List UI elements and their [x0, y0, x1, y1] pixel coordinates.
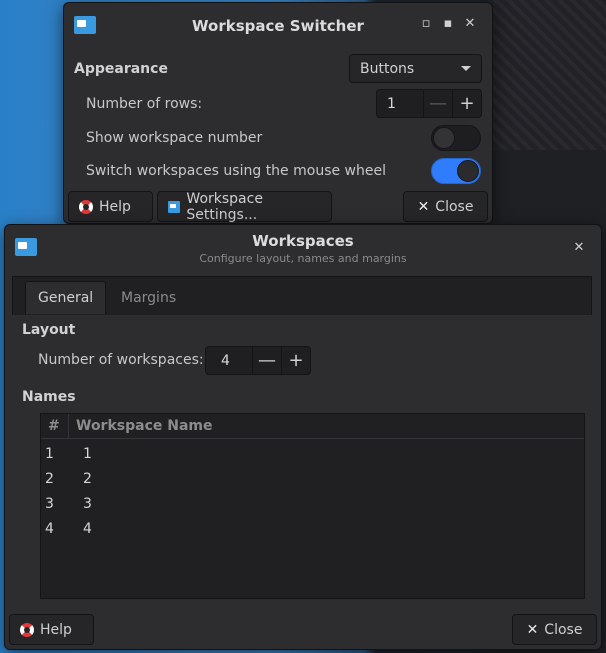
workspace-count-spinner[interactable]: 4 — + — [205, 346, 311, 375]
minimize-icon[interactable]: ▫ — [418, 16, 434, 31]
settings-label: Workspace Settings... — [186, 190, 263, 223]
wallpaper-pattern — [490, 0, 606, 150]
increment-button[interactable]: + — [281, 347, 310, 374]
help-button[interactable]: Help — [9, 614, 94, 645]
workspace-count-label: Number of workspaces: — [38, 352, 204, 368]
close-icon[interactable]: ✕ — [462, 16, 478, 31]
workspaces-titlebar[interactable]: Workspaces Configure layout, names and m… — [5, 225, 601, 275]
row-name[interactable]: 2 — [83, 471, 92, 487]
appearance-label: Appearance — [74, 61, 168, 77]
toggle-knob — [433, 127, 455, 149]
close-button[interactable]: ✕ Close — [403, 191, 488, 222]
row-name[interactable]: 4 — [83, 521, 92, 537]
workspaces-subtitle: Configure layout, names and margins — [199, 252, 407, 265]
rows-label: Number of rows: — [86, 96, 203, 112]
workspace-names-table[interactable]: # Workspace Name 1 1 2 2 3 3 4 4 — [40, 413, 585, 599]
names-heading: Names — [22, 389, 76, 405]
row-number: 2 — [45, 471, 54, 487]
mouse-wheel-label: Switch workspaces using the mouse wheel — [86, 163, 386, 179]
help-button[interactable]: Help — [68, 191, 153, 222]
toggle-knob — [457, 160, 479, 182]
help-icon — [79, 199, 93, 214]
table-header: # Workspace Name — [41, 414, 584, 439]
column-divider — [68, 414, 69, 439]
tab-margins[interactable]: Margins — [109, 281, 188, 314]
chevron-down-icon — [461, 66, 471, 71]
tab-bar: General Margins — [12, 276, 592, 315]
appearance-value: Buttons — [360, 60, 415, 77]
help-icon — [20, 622, 34, 637]
close-icon: ✕ — [417, 198, 430, 215]
row-number: 4 — [45, 521, 54, 537]
tab-general[interactable]: General — [25, 281, 107, 314]
close-button[interactable]: ✕ Close — [512, 614, 597, 645]
settings-icon — [168, 200, 181, 213]
row-number: 3 — [45, 496, 54, 512]
row-name[interactable]: 1 — [83, 446, 92, 462]
close-label: Close — [435, 198, 474, 215]
table-row[interactable]: 1 1 — [41, 442, 584, 467]
maximize-icon[interactable]: ▪ — [440, 16, 456, 31]
increment-button[interactable]: + — [452, 90, 481, 117]
close-label: Close — [544, 621, 583, 638]
row-number: 1 — [45, 446, 54, 462]
table-row[interactable]: 3 3 — [41, 492, 584, 517]
mouse-wheel-toggle[interactable] — [431, 158, 481, 184]
workspace-switcher-window: Workspace Switcher ▫ ▪ ✕ Appearance Butt… — [63, 2, 493, 224]
column-header-name[interactable]: Workspace Name — [76, 418, 213, 434]
rows-spinner[interactable]: 1 — + — [376, 89, 482, 118]
close-icon: ✕ — [526, 621, 539, 638]
column-header-number[interactable]: # — [48, 418, 60, 434]
switcher-titlebar[interactable]: Workspace Switcher ▫ ▪ ✕ — [64, 3, 492, 47]
close-icon[interactable]: ✕ — [571, 240, 587, 255]
decrement-button[interactable]: — — [423, 90, 452, 117]
show-number-toggle[interactable] — [431, 125, 481, 151]
table-row[interactable]: 2 2 — [41, 467, 584, 492]
appearance-dropdown[interactable]: Buttons — [349, 54, 482, 83]
help-label: Help — [40, 621, 72, 638]
decrement-button[interactable]: — — [252, 347, 281, 374]
row-name[interactable]: 3 — [83, 496, 92, 512]
table-row[interactable]: 4 4 — [41, 517, 584, 542]
layout-heading: Layout — [22, 322, 76, 338]
rows-value[interactable]: 1 — [377, 90, 423, 117]
workspaces-title: Workspaces — [252, 232, 354, 250]
help-label: Help — [99, 198, 131, 215]
show-number-label: Show workspace number — [86, 130, 263, 146]
workspace-settings-button[interactable]: Workspace Settings... — [157, 190, 332, 223]
workspace-count-value[interactable]: 4 — [206, 347, 252, 374]
